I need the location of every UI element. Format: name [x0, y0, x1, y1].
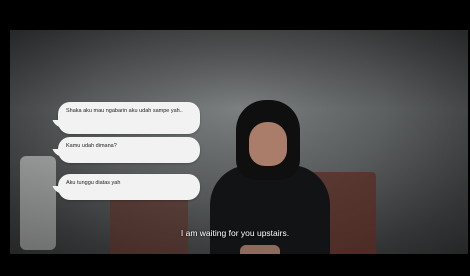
chat-message-text: Aku tunggu diatas yah [66, 180, 121, 186]
chat-bubble: Kamu udah dimana? [58, 137, 200, 163]
chat-message-text: Kamu udah dimana? [66, 143, 117, 149]
chat-message-text: Shaka aku mau ngabarin aku udah sampe ya… [66, 108, 183, 114]
chat-bubble: Shaka aku mau ngabarin aku udah sampe ya… [58, 102, 200, 134]
video-frame: Shaka aku mau ngabarin aku udah sampe ya… [0, 0, 470, 276]
hands-holding-phone [240, 245, 280, 254]
chat-bubble: Aku tunggu diatas yah [58, 174, 200, 200]
person-face [249, 122, 287, 166]
film-scene: Shaka aku mau ngabarin aku udah sampe ya… [10, 30, 468, 254]
subtitle: I am waiting for you upstairs. [180, 228, 290, 238]
